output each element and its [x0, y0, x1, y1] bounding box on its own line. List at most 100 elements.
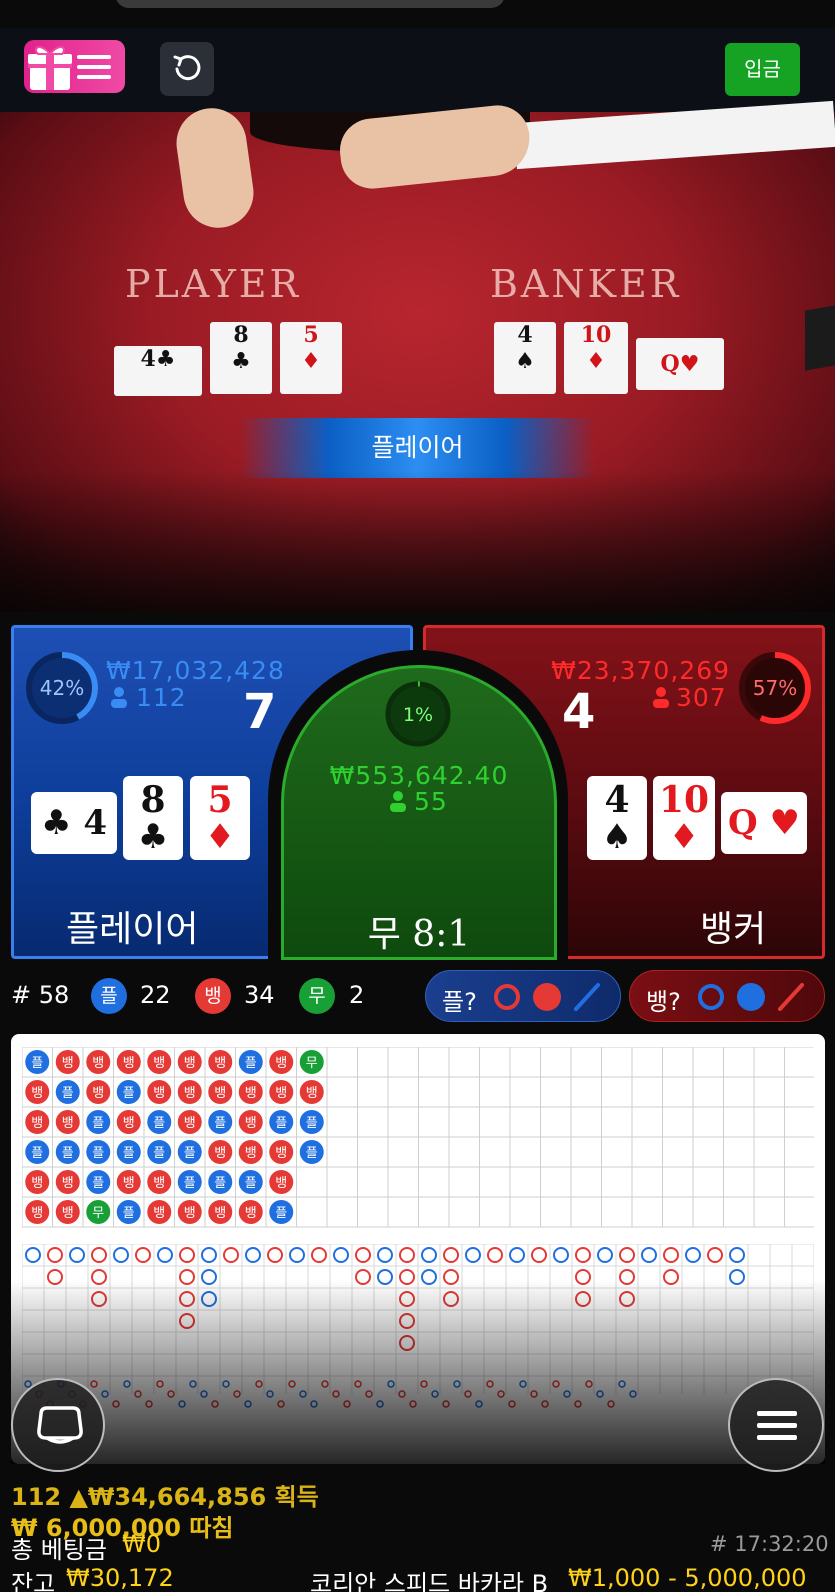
big-road-mark [289, 1247, 305, 1263]
player-win-count: 22 [140, 981, 171, 1009]
svg-text:뱅: 뱅 [31, 1176, 43, 1191]
menu-icon [757, 1411, 797, 1440]
banker-card: 4 ♠ [587, 776, 647, 860]
total-bet-label: 총 베팅금 [11, 1536, 107, 1564]
player-card: 8 ♣ [123, 776, 183, 860]
bead: 뱅 [269, 1170, 294, 1194]
deposit-button[interactable]: 입금 [725, 43, 800, 96]
bead: 뱅 [55, 1110, 80, 1134]
chat-icon [37, 1406, 83, 1444]
bead: 뱅 [86, 1080, 111, 1104]
bead-road: 플 뱅 뱅 뱅 뱅 뱅 뱅 플 뱅 무뱅 플 뱅 플 뱅 뱅 뱅 뱅 뱅 뱅뱅 뱅 플 뱅 플 뱅 플 뱅 플 플플 플 플 플 플 플 뱅 뱅 뱅 플… [22, 1047, 814, 1228]
banker-ask-label: 뱅? [646, 988, 681, 1016]
bead: 플 [86, 1140, 111, 1164]
player-bet-amount: ₩17,032,428 [106, 656, 285, 685]
bead: 플 [269, 1110, 294, 1134]
big-road-mark [311, 1247, 327, 1263]
win-ticker: 112 ▲₩34,664,856 획득 [11, 1483, 319, 1511]
svg-text:플: 플 [306, 1146, 318, 1161]
banker-card: Q ♥ [721, 792, 807, 854]
bead: 뱅 [238, 1080, 263, 1104]
bead: 플 [25, 1050, 50, 1074]
banker-score: 4 [562, 684, 596, 740]
big-road-mark [619, 1247, 635, 1263]
svg-text:플: 플 [153, 1146, 165, 1161]
banker-percent: 57% [752, 676, 798, 700]
tie-badge: 무 [299, 978, 335, 1014]
bead: 플 [55, 1080, 80, 1104]
bead: 무 [86, 1200, 111, 1224]
big-road-mark [509, 1247, 525, 1263]
big-road-mark [377, 1247, 393, 1263]
svg-text:뱅: 뱅 [245, 1146, 257, 1161]
tie-bet-amount: ₩553,642.40 [329, 761, 509, 790]
big-road-mark [531, 1247, 547, 1263]
gift-icon [28, 46, 72, 90]
round-number: # 58 [11, 981, 70, 1009]
big-road-mark [729, 1247, 745, 1263]
svg-text:뱅: 뱅 [92, 1086, 104, 1101]
svg-text:뱅: 뱅 [214, 1146, 226, 1161]
table-card: 5 ♦ [280, 322, 342, 394]
bead: 뱅 [269, 1140, 294, 1164]
svg-text:플: 플 [184, 1146, 196, 1161]
svg-text:뱅: 뱅 [31, 1086, 43, 1101]
bead: 플 [177, 1170, 202, 1194]
banker-win-badge: 뱅 [195, 978, 231, 1014]
bead: 플 [25, 1140, 50, 1164]
card-shoe [805, 305, 835, 371]
chat-button[interactable] [11, 1378, 105, 1472]
bead: 뱅 [238, 1110, 263, 1134]
svg-text:뱅: 뱅 [123, 1176, 135, 1191]
refresh-button[interactable] [160, 42, 214, 96]
svg-text:플: 플 [123, 1086, 135, 1101]
player-card: ♣ 4 [31, 792, 117, 854]
svg-text:플: 플 [123, 1146, 135, 1161]
bead: 플 [86, 1170, 111, 1194]
banker-bet-amount: ₩23,370,269 [551, 656, 730, 685]
table-name: 코리안 스피드 바카라 B [310, 1570, 549, 1592]
top-bar [0, 28, 835, 112]
svg-text:뱅: 뱅 [214, 1086, 226, 1101]
svg-text:뱅: 뱅 [31, 1206, 43, 1221]
bead: 플 [208, 1110, 233, 1134]
menu-button[interactable] [728, 1378, 824, 1472]
big-road-mark [223, 1247, 239, 1263]
big-road-mark [25, 1247, 41, 1263]
bead: 플 [86, 1110, 111, 1134]
bead: 뱅 [86, 1050, 111, 1074]
gift-menu-button[interactable] [24, 40, 125, 93]
player-ask-label: 플? [442, 988, 477, 1016]
big-road-mark [641, 1247, 657, 1263]
player-percent: 42% [39, 676, 85, 700]
big-road-mark [575, 1247, 591, 1263]
big-road-mark [553, 1247, 569, 1263]
bead: 플 [55, 1140, 80, 1164]
bead: 뱅 [25, 1110, 50, 1134]
svg-text:뱅: 뱅 [92, 1056, 104, 1071]
banker-ask-button[interactable]: 뱅? [629, 970, 825, 1022]
bead: 뱅 [147, 1050, 172, 1074]
felt-banker-label: BANKER [490, 262, 682, 306]
svg-text:플: 플 [275, 1206, 287, 1221]
svg-text:뱅: 뱅 [153, 1206, 165, 1221]
big-road-mark [487, 1247, 503, 1263]
banker-ask-predictions [698, 983, 804, 1011]
bead: 뱅 [177, 1110, 202, 1134]
bead: 뱅 [177, 1200, 202, 1224]
svg-text:무: 무 [92, 1206, 104, 1221]
bead: 뱅 [25, 1200, 50, 1224]
bead: 뱅 [116, 1050, 141, 1074]
clock: # 17:32:20 [710, 1532, 829, 1556]
bead: 뱅 [269, 1080, 294, 1104]
big-road-mark [421, 1247, 437, 1263]
svg-text:뱅: 뱅 [184, 1116, 196, 1131]
svg-text:플: 플 [31, 1146, 43, 1161]
banker-zone-label: 뱅커 [700, 909, 767, 950]
bead: 플 [299, 1110, 324, 1134]
svg-text:무: 무 [306, 1056, 318, 1071]
player-ask-button[interactable]: 플? [425, 970, 621, 1022]
player-card: 5 ♦ [190, 776, 250, 860]
hamburger-icon [77, 55, 111, 79]
bead: 뱅 [55, 1050, 80, 1074]
